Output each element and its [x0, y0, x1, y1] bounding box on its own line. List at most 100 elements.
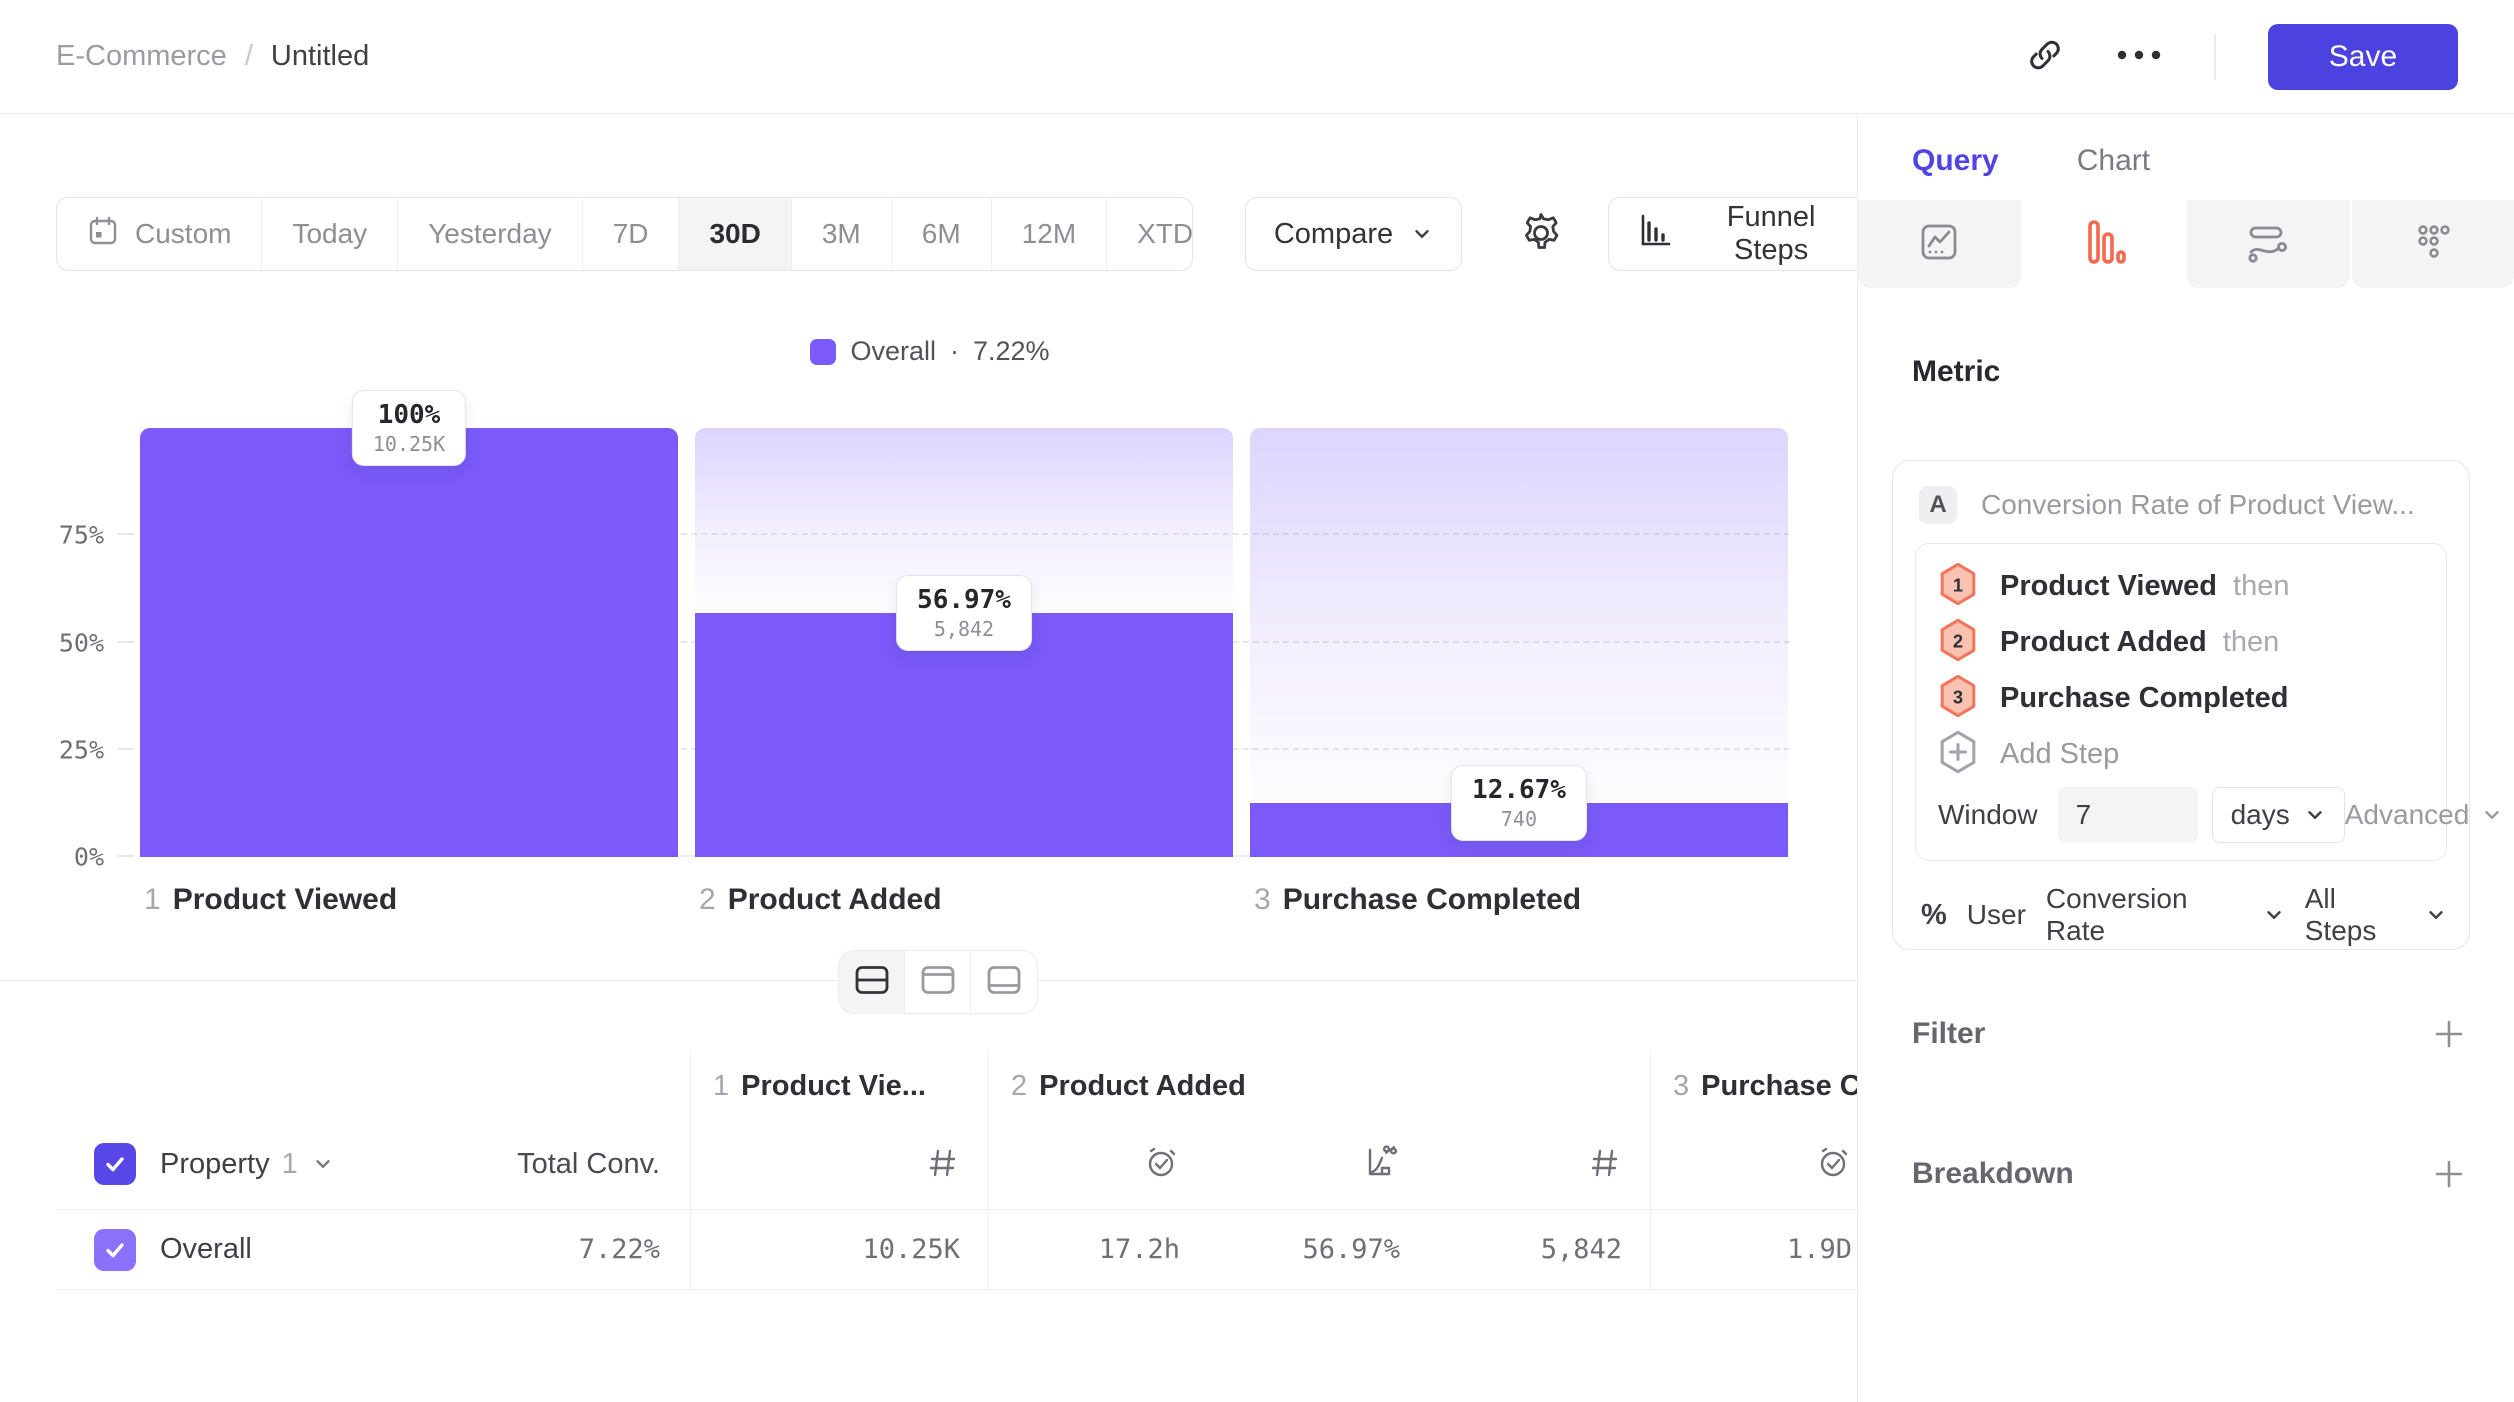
check-icon: [103, 1238, 127, 1262]
avg-time-icon: [1816, 1144, 1852, 1185]
row-step2-avg-time[interactable]: 17.2h: [988, 1210, 1208, 1290]
step2-avg-time-column-header[interactable]: [988, 1114, 1208, 1210]
date-range-xtd[interactable]: XTD: [1107, 198, 1193, 270]
metric-series-row[interactable]: A Conversion Rate of Product View...: [1915, 481, 2447, 529]
date-range-6m[interactable]: 6M: [892, 198, 992, 270]
step-number: 3: [1673, 1070, 1689, 1102]
date-range-label: Yesterday: [428, 218, 552, 250]
add-breakdown-button[interactable]: [2432, 1157, 2466, 1191]
tab-query[interactable]: Query: [1912, 144, 1999, 202]
add-step-button[interactable]: Add Step: [1938, 726, 2424, 782]
step2-count-column-header[interactable]: [1428, 1114, 1650, 1210]
avg-time-icon: [1144, 1144, 1180, 1185]
select-all-checkbox[interactable]: [94, 1143, 136, 1185]
step-name: Product Viewed: [2000, 570, 2217, 603]
bar-value-tooltip: 56.97%5,842: [896, 575, 1032, 651]
window-unit-select[interactable]: days: [2212, 787, 2345, 843]
breadcrumb-parent[interactable]: E-Commerce: [56, 40, 227, 73]
chart-settings-button[interactable]: [1518, 210, 1564, 259]
chevron-down-icon[interactable]: [312, 1153, 334, 1175]
tab-chart[interactable]: Chart: [2077, 144, 2150, 202]
measurement-scope-select[interactable]: All Steps: [2305, 883, 2447, 947]
series-badge: A: [1919, 486, 1957, 524]
tooltip-count: 5,842: [917, 616, 1011, 642]
save-button[interactable]: Save: [2268, 24, 2458, 90]
sidebar-tabs: Query Chart: [1912, 144, 2150, 202]
window-value-input[interactable]: [2058, 787, 2198, 843]
step3-avg-time-column-header[interactable]: [1650, 1114, 1857, 1210]
y-axis-label: 0%: [74, 843, 104, 872]
date-range-12m[interactable]: 12M: [992, 198, 1107, 270]
query-sidebar: Query Chart: [1857, 114, 2514, 1402]
measurement-row: % User Conversion Rate All Steps: [1915, 883, 2447, 947]
row-step2-conversion[interactable]: 56.97%: [1208, 1210, 1428, 1290]
row-step2-count[interactable]: 5,842: [1428, 1210, 1650, 1290]
row-step1-count[interactable]: 10.25K: [690, 1210, 988, 1290]
funnel-bar-ghost: [1250, 428, 1788, 803]
add-step-icon: [1938, 730, 1978, 779]
date-range-3m[interactable]: 3M: [792, 198, 892, 270]
row-name-overall[interactable]: Overall: [160, 1233, 252, 1266]
date-range-yesterday[interactable]: Yesterday: [398, 198, 583, 270]
y-axis-tick: [118, 748, 134, 750]
chart-type-grid[interactable]: [2352, 200, 2514, 288]
legend-series-label: Overall: [850, 336, 936, 367]
date-range-custom[interactable]: Custom: [57, 198, 262, 270]
step-name: Purchase Completed: [2000, 682, 2288, 715]
metric-heading: Metric: [1912, 355, 2000, 389]
link-icon: [2026, 36, 2064, 77]
total-conversion-header[interactable]: Total Conv.: [517, 1148, 660, 1181]
step-number: 3: [1254, 883, 1271, 916]
row-step3-avg-time[interactable]: 1.9D: [1650, 1210, 1857, 1290]
filter-section: Filter: [1912, 1012, 2466, 1056]
date-range-label: Today: [292, 218, 367, 250]
funnel-bar-1[interactable]: 100%10.25K1Product Viewed: [140, 428, 678, 857]
table-step1-header[interactable]: 1Product Vie...: [690, 1050, 988, 1114]
funnel-bars-icon: [2082, 218, 2126, 271]
measurement-metric-select[interactable]: Conversion Rate: [2046, 883, 2285, 947]
property-header-label[interactable]: Property: [160, 1148, 270, 1181]
breadcrumb-current[interactable]: Untitled: [271, 40, 369, 73]
step2-conversion-column-header[interactable]: [1208, 1114, 1428, 1210]
view-toggle-table-only[interactable]: [971, 951, 1037, 1013]
date-range-7d[interactable]: 7D: [583, 198, 680, 270]
table-step2-header[interactable]: 2Product Added: [988, 1050, 1650, 1114]
share-link-button[interactable]: [2026, 36, 2064, 77]
x-axis-step-label: 3 Purchase Completed: [1254, 883, 1581, 917]
view-toggle-split[interactable]: [839, 951, 905, 1013]
split-view-icon: [854, 965, 890, 1000]
step-row-3[interactable]: 3 Purchase Completed: [1938, 670, 2424, 726]
legend-item-overall[interactable]: Overall · 7.22%: [810, 336, 1049, 367]
svg-text:1: 1: [1953, 574, 1963, 595]
y-axis-label: 75%: [59, 521, 104, 550]
row-overall-checkbox[interactable]: [94, 1229, 136, 1271]
view-toggle-chart-only[interactable]: [905, 951, 971, 1013]
step-title: Product Added: [1039, 1070, 1246, 1102]
plus-icon: [2432, 1017, 2466, 1051]
add-step-label: Add Step: [2000, 738, 2119, 771]
advanced-toggle[interactable]: Advanced: [2345, 799, 2504, 831]
table-step3-header[interactable]: 3Purchase C: [1650, 1050, 1857, 1114]
chart-type-flows[interactable]: [2187, 200, 2350, 288]
step-row-2[interactable]: 2 Product Added then: [1938, 614, 2424, 670]
chart-type-funnel[interactable]: [2023, 200, 2186, 288]
step-connector: then: [2233, 570, 2289, 603]
funnel-bar-2[interactable]: 56.97%5,8422Product Added: [695, 428, 1233, 857]
add-filter-button[interactable]: [2432, 1017, 2466, 1051]
property-header-index: 1: [282, 1148, 298, 1181]
step-name: Purchase Completed: [1283, 883, 1581, 916]
step-title: Product Vie...: [741, 1070, 926, 1102]
metric-title: Conversion Rate of Product View...: [1981, 489, 2415, 521]
grid-dots-icon: [2411, 220, 2455, 269]
date-range-label: 3M: [822, 218, 861, 250]
step-row-1[interactable]: 1 Product Viewed then: [1938, 558, 2424, 614]
date-range-today[interactable]: Today: [262, 198, 398, 270]
compare-button[interactable]: Compare: [1245, 197, 1462, 271]
more-options-button[interactable]: [2116, 49, 2162, 64]
date-range-30d[interactable]: 30D: [679, 198, 791, 270]
chart-type-segmentation[interactable]: [1858, 200, 2021, 288]
measured-entity[interactable]: User: [1967, 899, 2026, 931]
step1-count-column-header[interactable]: [690, 1114, 988, 1210]
funnel-bar-3[interactable]: 12.67%7403Purchase Completed: [1250, 428, 1788, 857]
chart-type-button[interactable]: Funnel Steps: [1608, 197, 1857, 271]
